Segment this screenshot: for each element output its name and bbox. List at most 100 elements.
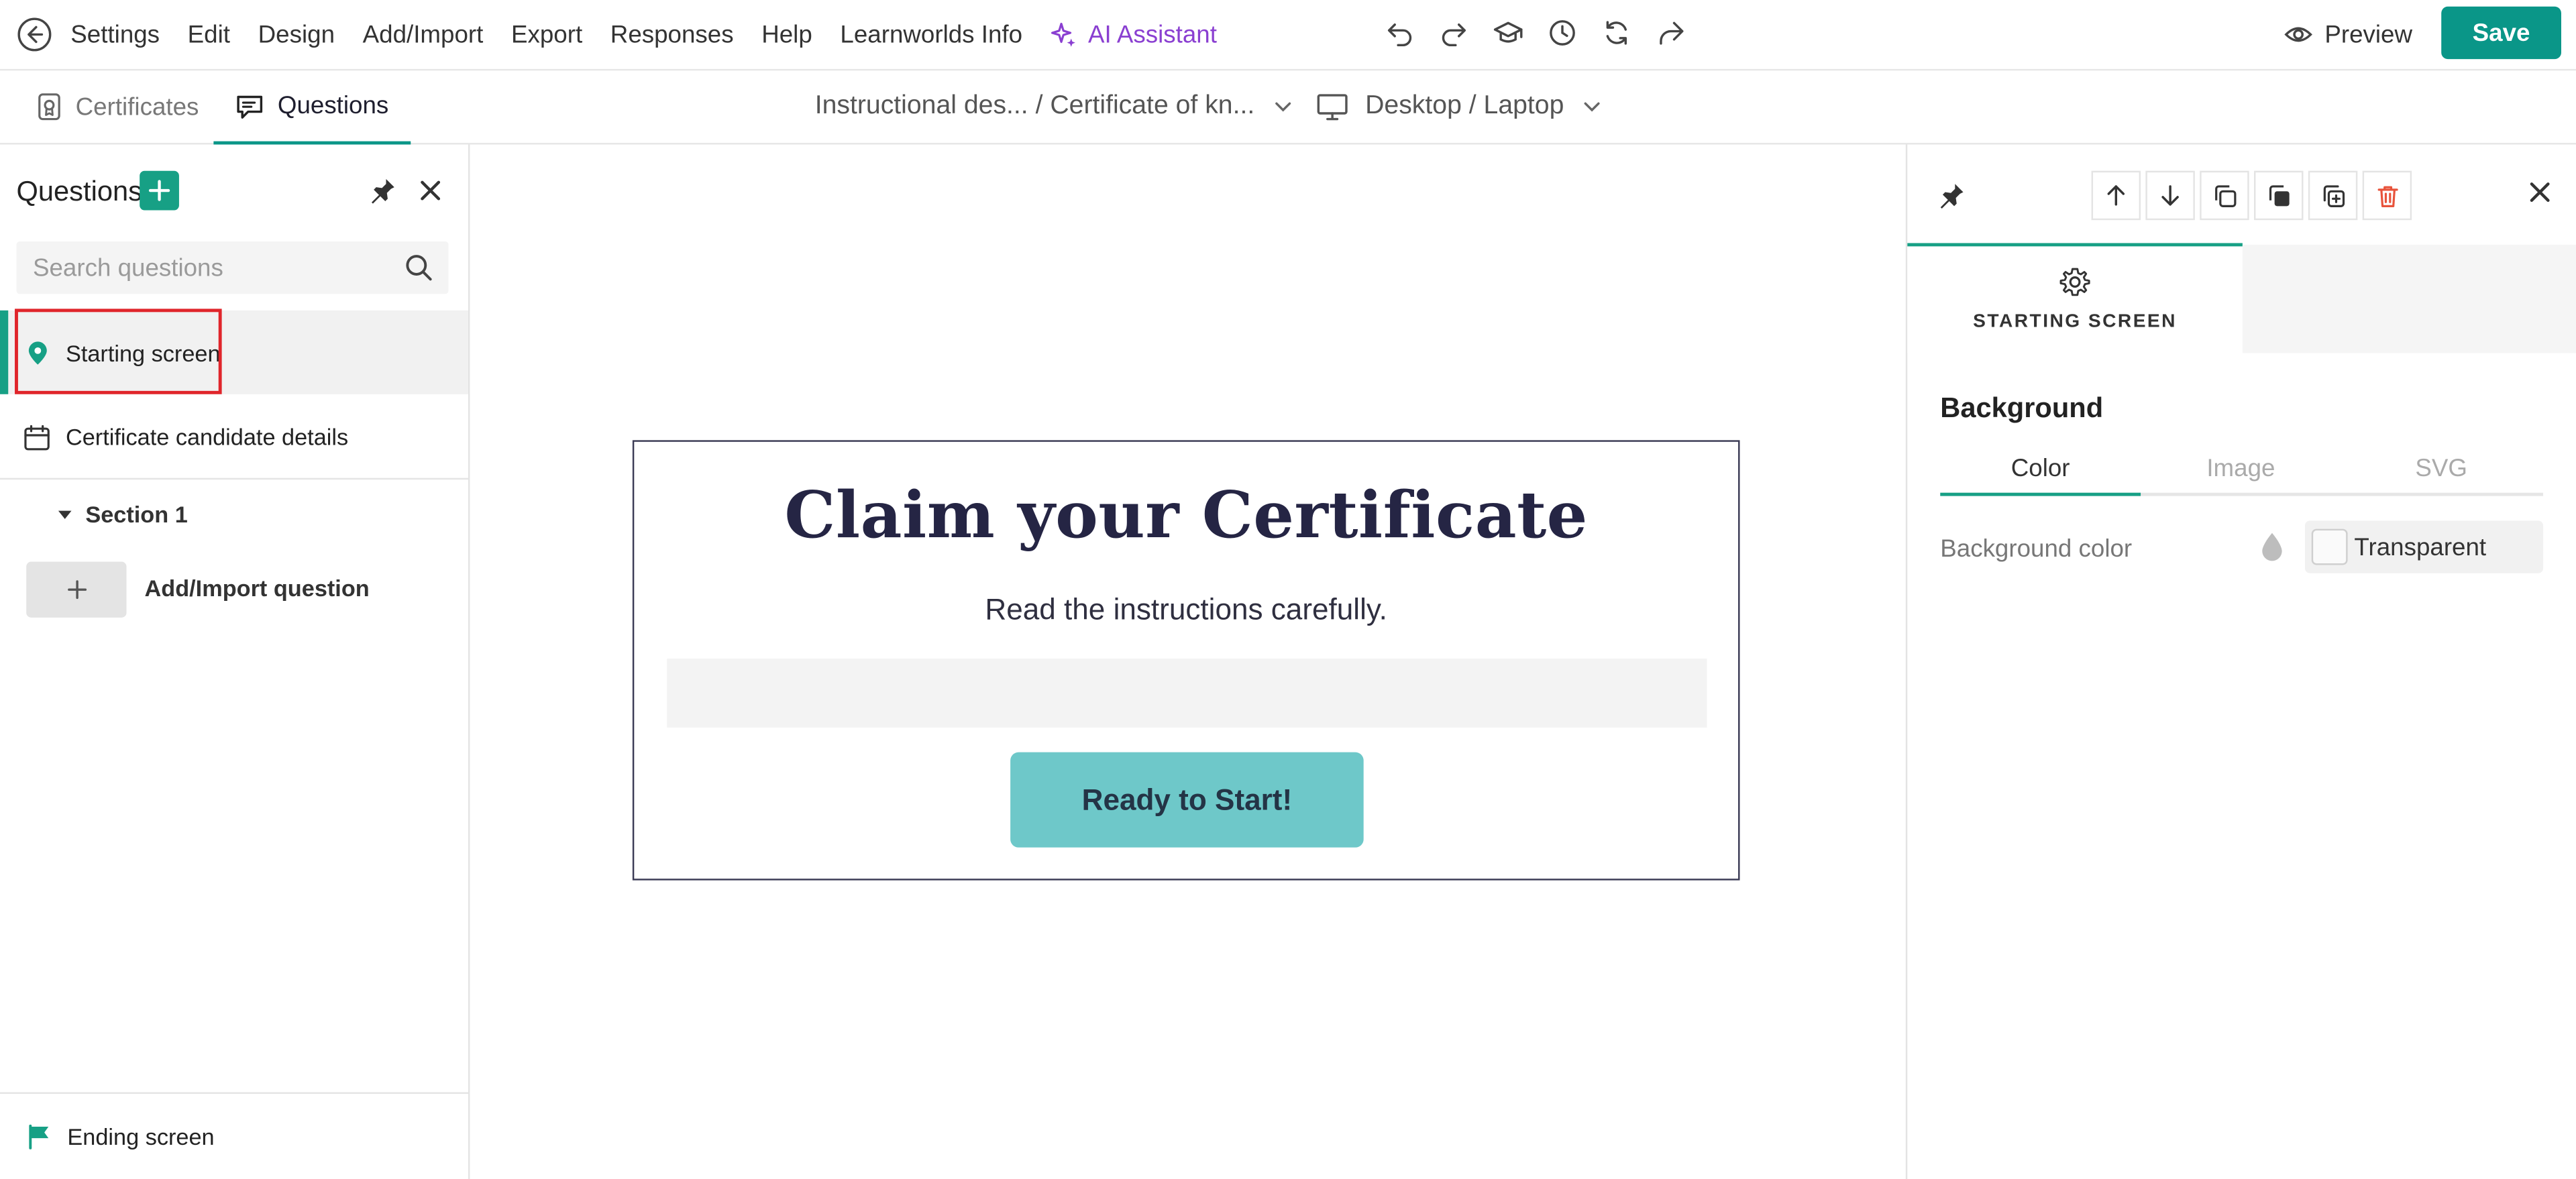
share-icon[interactable]: [1654, 16, 1687, 49]
questions-panel: Questions Starting screen Certificate ca…: [0, 144, 470, 1179]
duplicate-button[interactable]: [2200, 170, 2249, 221]
close-icon[interactable]: [2528, 180, 2551, 203]
sparkle-icon: [1051, 21, 1076, 46]
redo-icon[interactable]: [1438, 16, 1470, 49]
arrow-up-icon: [2107, 185, 2125, 206]
move-up-button[interactable]: [2091, 170, 2141, 221]
chevron-down-icon: [1275, 102, 1291, 112]
device-selector[interactable]: Desktop / Laptop: [1316, 70, 1603, 143]
tab-starting-screen[interactable]: STARTING SCREEN: [1907, 243, 2243, 353]
app-window: Settings Edit Design Add/Import Export R…: [0, 0, 2576, 1179]
location-pin-icon: [28, 341, 47, 364]
tab-certificates[interactable]: Certificates: [36, 70, 199, 143]
add-question-button[interactable]: [140, 170, 179, 211]
certificate-icon: [38, 93, 60, 121]
editor-canvas: Claim your Certificate Read the instruct…: [470, 144, 1904, 1179]
background-section-title: Background: [1940, 392, 2104, 424]
search-box: [16, 241, 449, 294]
preview-button[interactable]: Preview: [2284, 15, 2412, 54]
color-drop-icon[interactable]: [2259, 530, 2285, 563]
add-copy-icon: [2322, 184, 2344, 207]
sync-icon[interactable]: [1600, 16, 1633, 49]
list-item-starting-screen[interactable]: Starting screen: [0, 310, 468, 394]
subtab-svg[interactable]: SVG: [2341, 449, 2542, 493]
menu-add-import[interactable]: Add/Import: [363, 21, 484, 49]
section-label: Section 1: [85, 500, 188, 528]
questions-panel-title: Questions: [16, 176, 142, 207]
chevron-down-icon: [1584, 102, 1600, 112]
menu-export[interactable]: Export: [511, 21, 582, 49]
desktop-icon: [1317, 94, 1348, 121]
menu-settings[interactable]: Settings: [70, 21, 160, 49]
tab-starting-screen-label: STARTING SCREEN: [1973, 312, 2177, 332]
close-icon[interactable]: [417, 177, 443, 203]
plus-icon: [66, 580, 86, 600]
history-toolbar: [1383, 16, 1687, 49]
menu-ai-assistant[interactable]: AI Assistant: [1051, 20, 1217, 49]
menu-responses[interactable]: Responses: [610, 21, 734, 49]
add-import-question-label[interactable]: Add/Import question: [145, 575, 370, 601]
background-type-tabs: Color Image SVG: [1940, 449, 2544, 496]
ending-screen-label: Ending screen: [67, 1122, 215, 1149]
trash-icon: [2377, 185, 2398, 207]
color-swatch: [2311, 528, 2348, 565]
certificate-selector-value: Instructional des... / Certificate of kn…: [814, 92, 1255, 120]
background-color-label: Background color: [1940, 535, 2133, 564]
tab-certificates-label: Certificates: [75, 93, 199, 121]
back-arrow-icon[interactable]: [16, 16, 52, 52]
flag-icon: [29, 1123, 49, 1149]
starting-screen-label: Starting screen: [65, 339, 221, 366]
list-item-candidate-details[interactable]: Certificate candidate details: [0, 396, 468, 480]
add-import-question-button[interactable]: [26, 561, 127, 618]
caret-down-icon: [58, 510, 72, 518]
eye-icon: [2284, 27, 2312, 42]
search-questions-input[interactable]: [32, 241, 394, 294]
subtab-color[interactable]: Color: [1940, 449, 2141, 496]
copy-icon: [2214, 184, 2236, 207]
ai-assistant-label: AI Assistant: [1088, 20, 1217, 49]
save-button[interactable]: Save: [2441, 6, 2561, 60]
delete-button[interactable]: [2362, 170, 2412, 221]
undo-icon[interactable]: [1383, 16, 1416, 49]
section-toggle[interactable]: Section 1: [58, 499, 188, 528]
questions-icon: [237, 95, 263, 118]
certificate-heading: Claim your Certificate: [784, 478, 1588, 554]
menu-design[interactable]: Design: [258, 21, 335, 49]
top-menu-bar: Settings Edit Design Add/Import Export R…: [0, 0, 2576, 71]
pin-icon[interactable]: [1937, 180, 1966, 210]
background-color-picker[interactable]: Transparent: [2304, 520, 2544, 573]
copy-filled-icon: [2268, 184, 2289, 206]
properties-panel: STARTING SCREEN Background Color Image S…: [1905, 144, 2576, 1179]
list-item-ending-screen[interactable]: Ending screen: [0, 1092, 468, 1178]
ready-to-start-button[interactable]: Ready to Start!: [1010, 752, 1364, 848]
calendar-icon: [24, 424, 50, 450]
graduation-cap-icon[interactable]: [1492, 16, 1525, 49]
copy-style-button[interactable]: [2254, 170, 2304, 221]
certificate-subtitle: Read the instructions carefully.: [985, 593, 1387, 626]
tab-questions[interactable]: Questions: [213, 70, 411, 145]
secondary-bar: Certificates Questions Instructional des…: [0, 70, 2576, 145]
arrow-down-icon: [2161, 185, 2179, 206]
candidate-details-label: Certificate candidate details: [65, 423, 349, 451]
move-down-button[interactable]: [2145, 170, 2195, 221]
tab-questions-label: Questions: [277, 92, 389, 120]
preview-label: Preview: [2324, 20, 2413, 49]
certificate-selector[interactable]: Instructional des... / Certificate of kn…: [815, 70, 1294, 143]
starting-screen-card[interactable]: Claim your Certificate Read the instruct…: [632, 440, 1740, 881]
element-toolbar: [2091, 170, 2412, 221]
plus-icon: [148, 180, 170, 201]
search-icon[interactable]: [404, 253, 433, 282]
subtab-image[interactable]: Image: [2141, 449, 2341, 493]
history-clock-icon[interactable]: [1546, 16, 1579, 49]
content-placeholder-band: [667, 659, 1707, 728]
menu-edit[interactable]: Edit: [188, 21, 230, 49]
pin-icon[interactable]: [368, 176, 398, 205]
tab-empty-slot: [2242, 244, 2576, 353]
menu-learnworlds-info[interactable]: Learnworlds Info: [840, 21, 1022, 49]
gear-icon: [2059, 268, 2090, 296]
device-selector-value: Desktop / Laptop: [1365, 92, 1564, 120]
add-copy-button[interactable]: [2308, 170, 2358, 221]
menu-help[interactable]: Help: [761, 21, 812, 49]
main-menu: Settings Edit Design Add/Import Export R…: [70, 0, 1217, 69]
background-color-value: Transparent: [2354, 533, 2487, 562]
